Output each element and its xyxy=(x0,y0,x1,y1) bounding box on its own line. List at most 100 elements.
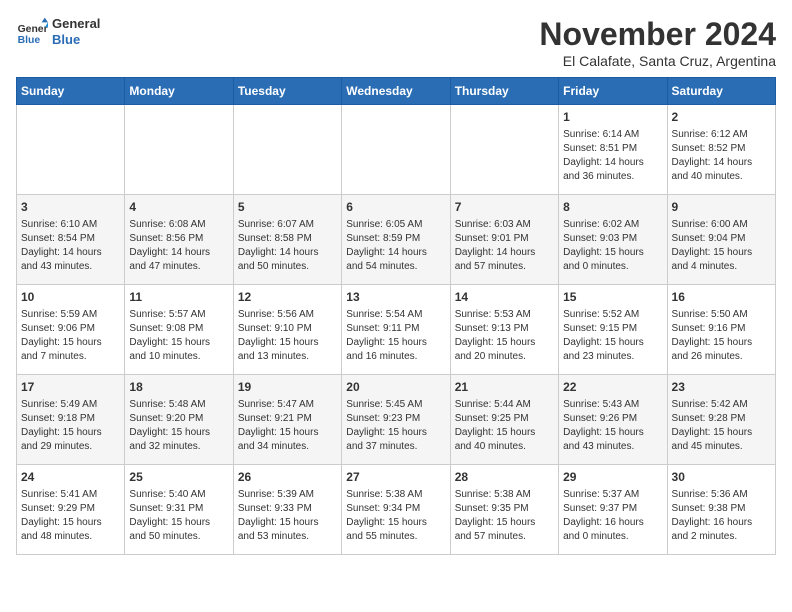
cell-content: and 50 minutes. xyxy=(238,260,337,274)
cell-content: Daylight: 15 hours xyxy=(238,426,337,440)
cell-content: Sunset: 9:01 PM xyxy=(455,232,554,246)
cell-content: Sunrise: 5:48 AM xyxy=(129,398,228,412)
weekday-header: Tuesday xyxy=(233,78,341,105)
cell-content: Daylight: 14 hours xyxy=(455,246,554,260)
title-area: November 2024 El Calafate, Santa Cruz, A… xyxy=(539,16,776,69)
cell-content: Sunset: 9:28 PM xyxy=(672,412,771,426)
day-number: 2 xyxy=(672,109,771,126)
calendar-cell: 15Sunrise: 5:52 AMSunset: 9:15 PMDayligh… xyxy=(559,285,667,375)
cell-content: Sunset: 9:18 PM xyxy=(21,412,120,426)
calendar-cell xyxy=(342,105,450,195)
cell-content: Daylight: 14 hours xyxy=(346,246,445,260)
cell-content: Sunrise: 6:10 AM xyxy=(21,218,120,232)
cell-content: Sunset: 9:03 PM xyxy=(563,232,662,246)
logo-line1: General xyxy=(52,16,100,32)
calendar-cell: 30Sunrise: 5:36 AMSunset: 9:38 PMDayligh… xyxy=(667,465,775,555)
cell-content: and 34 minutes. xyxy=(238,440,337,454)
cell-content: Sunrise: 6:05 AM xyxy=(346,218,445,232)
cell-content: Daylight: 15 hours xyxy=(455,516,554,530)
cell-content: Sunset: 9:25 PM xyxy=(455,412,554,426)
calendar-cell: 11Sunrise: 5:57 AMSunset: 9:08 PMDayligh… xyxy=(125,285,233,375)
cell-content: Sunset: 9:06 PM xyxy=(21,322,120,336)
cell-content: Daylight: 14 hours xyxy=(672,156,771,170)
cell-content: Sunset: 9:26 PM xyxy=(563,412,662,426)
day-number: 15 xyxy=(563,289,662,306)
cell-content: Sunrise: 5:38 AM xyxy=(455,488,554,502)
cell-content: Daylight: 15 hours xyxy=(672,426,771,440)
cell-content: Sunrise: 6:00 AM xyxy=(672,218,771,232)
cell-content: Sunrise: 5:44 AM xyxy=(455,398,554,412)
cell-content: and 29 minutes. xyxy=(21,440,120,454)
cell-content: Sunrise: 5:54 AM xyxy=(346,308,445,322)
cell-content: Sunrise: 5:49 AM xyxy=(21,398,120,412)
weekday-header-row: SundayMondayTuesdayWednesdayThursdayFrid… xyxy=(17,78,776,105)
calendar-cell: 23Sunrise: 5:42 AMSunset: 9:28 PMDayligh… xyxy=(667,375,775,465)
cell-content: Sunrise: 5:42 AM xyxy=(672,398,771,412)
calendar-cell: 14Sunrise: 5:53 AMSunset: 9:13 PMDayligh… xyxy=(450,285,558,375)
cell-content: Daylight: 15 hours xyxy=(129,426,228,440)
calendar-cell: 28Sunrise: 5:38 AMSunset: 9:35 PMDayligh… xyxy=(450,465,558,555)
cell-content: and 4 minutes. xyxy=(672,260,771,274)
cell-content: Sunset: 9:21 PM xyxy=(238,412,337,426)
cell-content: Daylight: 15 hours xyxy=(129,516,228,530)
calendar-week-row: 24Sunrise: 5:41 AMSunset: 9:29 PMDayligh… xyxy=(17,465,776,555)
cell-content: Sunset: 9:35 PM xyxy=(455,502,554,516)
day-number: 8 xyxy=(563,199,662,216)
cell-content: Sunrise: 6:08 AM xyxy=(129,218,228,232)
cell-content: Sunset: 8:56 PM xyxy=(129,232,228,246)
cell-content: Sunset: 9:31 PM xyxy=(129,502,228,516)
weekday-header: Monday xyxy=(125,78,233,105)
cell-content: and 37 minutes. xyxy=(346,440,445,454)
cell-content: Sunset: 9:20 PM xyxy=(129,412,228,426)
day-number: 19 xyxy=(238,379,337,396)
page-subtitle: El Calafate, Santa Cruz, Argentina xyxy=(539,53,776,69)
calendar-cell: 6Sunrise: 6:05 AMSunset: 8:59 PMDaylight… xyxy=(342,195,450,285)
cell-content: and 54 minutes. xyxy=(346,260,445,274)
cell-content: Daylight: 15 hours xyxy=(21,336,120,350)
day-number: 26 xyxy=(238,469,337,486)
day-number: 6 xyxy=(346,199,445,216)
cell-content: Daylight: 14 hours xyxy=(563,156,662,170)
cell-content: Sunset: 9:11 PM xyxy=(346,322,445,336)
calendar-cell: 8Sunrise: 6:02 AMSunset: 9:03 PMDaylight… xyxy=(559,195,667,285)
cell-content: Sunrise: 5:52 AM xyxy=(563,308,662,322)
calendar-cell xyxy=(17,105,125,195)
cell-content: Daylight: 15 hours xyxy=(672,246,771,260)
cell-content: Daylight: 15 hours xyxy=(346,516,445,530)
cell-content: Sunrise: 5:53 AM xyxy=(455,308,554,322)
cell-content: and 23 minutes. xyxy=(563,350,662,364)
cell-content: Sunset: 8:52 PM xyxy=(672,142,771,156)
day-number: 1 xyxy=(563,109,662,126)
cell-content: Sunrise: 6:14 AM xyxy=(563,128,662,142)
cell-content: Sunset: 8:51 PM xyxy=(563,142,662,156)
cell-content: and 13 minutes. xyxy=(238,350,337,364)
calendar-cell: 1 Sunrise: 6:14 AMSunset: 8:51 PMDaylight… xyxy=(559,105,667,195)
cell-content: Sunrise: 6:07 AM xyxy=(238,218,337,232)
calendar-cell: 21Sunrise: 5:44 AMSunset: 9:25 PMDayligh… xyxy=(450,375,558,465)
cell-content: and 55 minutes. xyxy=(346,530,445,544)
calendar-cell: 22Sunrise: 5:43 AMSunset: 9:26 PMDayligh… xyxy=(559,375,667,465)
cell-content: Sunrise: 5:43 AM xyxy=(563,398,662,412)
cell-content: Daylight: 15 hours xyxy=(129,336,228,350)
cell-content: Sunrise: 5:45 AM xyxy=(346,398,445,412)
day-number: 7 xyxy=(455,199,554,216)
cell-content: and 0 minutes. xyxy=(563,260,662,274)
cell-content: Daylight: 15 hours xyxy=(563,336,662,350)
weekday-header: Wednesday xyxy=(342,78,450,105)
cell-content: and 57 minutes. xyxy=(455,530,554,544)
cell-content: and 36 minutes. xyxy=(563,170,662,184)
cell-content: and 53 minutes. xyxy=(238,530,337,544)
day-number: 24 xyxy=(21,469,120,486)
logo-line2: Blue xyxy=(52,32,100,48)
calendar-week-row: 17Sunrise: 5:49 AMSunset: 9:18 PMDayligh… xyxy=(17,375,776,465)
calendar-cell: 17Sunrise: 5:49 AMSunset: 9:18 PMDayligh… xyxy=(17,375,125,465)
calendar-table: SundayMondayTuesdayWednesdayThursdayFrid… xyxy=(16,77,776,555)
calendar-cell: 19Sunrise: 5:47 AMSunset: 9:21 PMDayligh… xyxy=(233,375,341,465)
cell-content: and 48 minutes. xyxy=(21,530,120,544)
cell-content: and 0 minutes. xyxy=(563,530,662,544)
calendar-cell: 5Sunrise: 6:07 AMSunset: 8:58 PMDaylight… xyxy=(233,195,341,285)
cell-content: and 43 minutes. xyxy=(563,440,662,454)
calendar-cell: 10Sunrise: 5:59 AMSunset: 9:06 PMDayligh… xyxy=(17,285,125,375)
cell-content: Sunrise: 5:38 AM xyxy=(346,488,445,502)
day-number: 4 xyxy=(129,199,228,216)
